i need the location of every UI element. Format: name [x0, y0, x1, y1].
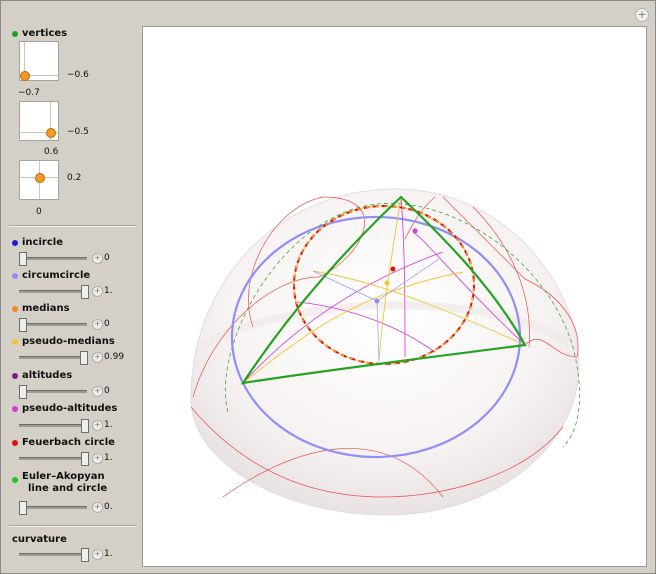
- circumcircle-dot-icon: [12, 273, 18, 279]
- circumcircle-slider[interactable]: [19, 284, 89, 299]
- curvature-slider-thumb[interactable]: [81, 548, 89, 562]
- manipulate-window: + vertices −0.6 −0.7 −0.5 0.6 0.2 0 inci…: [0, 0, 656, 574]
- pseudo-medians-dot-icon: [12, 339, 18, 345]
- euler-akopyan-dot-icon: [12, 477, 18, 483]
- circumcircle-slider-thumb[interactable]: [81, 285, 89, 299]
- incircle-plus-icon[interactable]: +: [92, 253, 103, 264]
- vertex-2-value-x: 0.6: [44, 147, 59, 157]
- vertex-2-locator-pad[interactable]: [19, 101, 59, 141]
- vertex-2-locator-knob[interactable]: [46, 128, 56, 138]
- circumcircle-label: circumcircle: [12, 270, 90, 281]
- vertex-3-locator-pad[interactable]: [19, 160, 59, 200]
- incircle-slider-thumb[interactable]: [19, 252, 27, 266]
- feuerbach-circle-plus-icon[interactable]: +: [92, 453, 103, 464]
- vertex-3-value-x: 0: [36, 207, 42, 217]
- curvature-value: 1.: [104, 549, 113, 559]
- incircle-slider[interactable]: [19, 251, 87, 266]
- vertex-1-value-x: −0.7: [18, 88, 40, 98]
- medians-dot-icon: [12, 306, 18, 312]
- altitudes-plus-icon[interactable]: +: [92, 386, 103, 397]
- vertex-3-value-y: 0.2: [67, 173, 82, 183]
- circumcircle-plus-icon[interactable]: +: [92, 286, 103, 297]
- incircle-dot-icon: [12, 240, 18, 246]
- curvature-label: curvature: [12, 534, 67, 545]
- orthocenter-point: [412, 228, 418, 234]
- vertices-label: vertices: [12, 28, 67, 39]
- pseudo-medians-value: 0.99: [104, 352, 125, 362]
- euler-akopyan-plus-icon[interactable]: +: [92, 502, 103, 513]
- pseudo-altitudes-label: pseudo-altitudes: [12, 403, 117, 414]
- feuerbach-circle-slider[interactable]: [19, 451, 89, 466]
- centroid-point: [384, 280, 390, 286]
- pseudo-medians-plus-icon[interactable]: +: [92, 352, 103, 363]
- medians-plus-icon[interactable]: +: [92, 319, 103, 330]
- incircle-value: 0: [104, 253, 110, 263]
- altitudes-slider-thumb[interactable]: [19, 385, 27, 399]
- curvature-plus-icon[interactable]: +: [92, 549, 103, 560]
- incircle-label: incircle: [12, 237, 63, 248]
- separator: [9, 225, 137, 227]
- pseudo-medians-slider-thumb[interactable]: [80, 351, 88, 365]
- altitudes-value: 0: [104, 386, 110, 396]
- medians-label: medians: [12, 303, 70, 314]
- hemisphere-graphic[interactable]: [143, 27, 646, 566]
- circumcenter-point: [374, 298, 380, 304]
- altitudes-dot-icon: [12, 373, 18, 379]
- vertex-2-value-y: −0.5: [67, 127, 89, 137]
- medians-value: 0: [104, 319, 110, 329]
- pseudo-altitudes-value: 1.: [104, 420, 113, 430]
- feuerbach-circle-label: Feuerbach circle: [12, 437, 115, 448]
- feuerbach-circle-slider-thumb[interactable]: [81, 452, 89, 466]
- pseudo-medians-label: pseudo-medians: [12, 336, 115, 347]
- vertex-1-value-y: −0.6: [67, 70, 89, 80]
- pseudo-altitudes-slider-thumb[interactable]: [81, 419, 89, 433]
- altitudes-label: altitudes: [12, 370, 72, 381]
- vertex-1-locator-knob[interactable]: [20, 71, 30, 81]
- feuerbach-dot-icon: [12, 440, 18, 446]
- circumcircle-value: 1.: [104, 286, 113, 296]
- euler-akopyan-slider-thumb[interactable]: [19, 501, 27, 515]
- hemisphere-surface: [190, 188, 580, 516]
- feuerbach-circle-value: 1.: [104, 453, 113, 463]
- vertex-1-locator-pad[interactable]: [19, 41, 59, 81]
- separator: [9, 525, 137, 527]
- pseudo-altitudes-plus-icon[interactable]: +: [92, 420, 103, 431]
- medians-slider[interactable]: [19, 317, 87, 332]
- curvature-slider[interactable]: [19, 547, 89, 562]
- vertex-3-locator-knob[interactable]: [35, 173, 45, 183]
- feuerbach-center-point: [390, 266, 396, 272]
- vertices-dot-icon: [12, 31, 18, 37]
- medians-slider-thumb[interactable]: [19, 318, 27, 332]
- altitudes-slider[interactable]: [19, 384, 87, 399]
- pseudo-altitudes-slider[interactable]: [19, 418, 89, 433]
- controls-panel: vertices −0.6 −0.7 −0.5 0.6 0.2 0 incirc…: [1, 1, 141, 573]
- options-plus-icon[interactable]: +: [635, 8, 649, 22]
- euler-akopyan-value: 0.: [104, 502, 113, 512]
- euler-akopyan-label: Euler–Akopyan line and circle: [12, 471, 107, 495]
- graphics-canvas[interactable]: [142, 26, 647, 567]
- euler-akopyan-slider[interactable]: [19, 500, 87, 515]
- pseudo-altitudes-dot-icon: [12, 406, 18, 412]
- pseudo-medians-slider[interactable]: [19, 350, 88, 365]
